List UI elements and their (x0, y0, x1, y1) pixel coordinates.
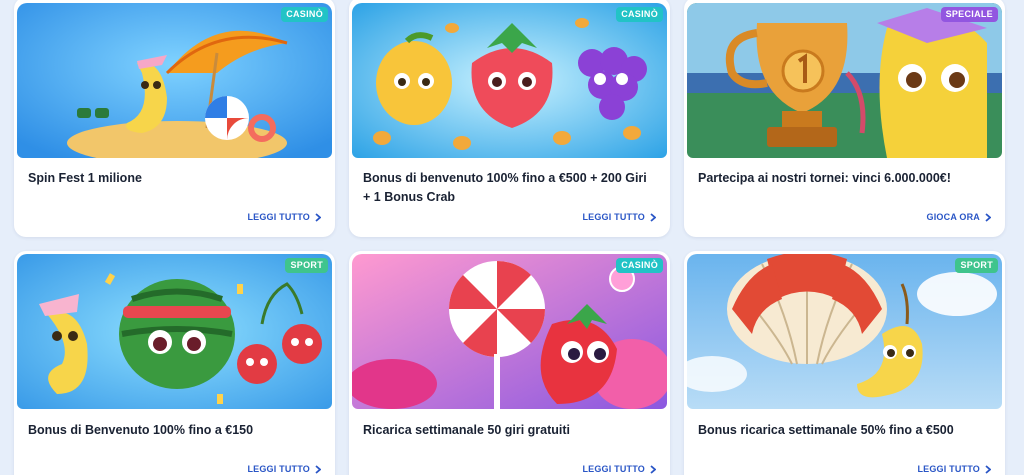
promo-title[interactable]: Bonus di benvenuto 100% fino a €500 + 20… (363, 169, 652, 207)
promo-image-banana-beach[interactable]: CASINÒ (17, 3, 332, 158)
candy-strawberry-illustration (352, 254, 667, 409)
category-badge: CASINÒ (616, 7, 663, 22)
read-more-label: LEGGI TUTTO (582, 464, 645, 474)
promo-card-welcome-bonus-sport[interactable]: SPORT Bonus di Benvenuto 100% fino a €15… (14, 251, 335, 475)
chevron-right-icon (315, 464, 321, 474)
read-more-label: LEGGI TUTTO (247, 212, 310, 222)
category-badge: CASINÒ (616, 258, 663, 273)
read-more-label: LEGGI TUTTO (582, 212, 645, 222)
read-more-link[interactable]: LEGGI TUTTO (582, 464, 656, 474)
category-badge: SPECIALE (940, 7, 998, 22)
promo-card-weekly-free-spins[interactable]: CASINÒ Ricarica settimanale 50 giri grat… (349, 251, 670, 475)
promo-title[interactable]: Bonus di Benvenuto 100% fino a €150 (28, 421, 317, 440)
promo-image-watermelon[interactable]: SPORT (17, 254, 332, 409)
play-now-link[interactable]: GIOCA ORA (927, 212, 991, 222)
play-now-label: GIOCA ORA (926, 212, 980, 222)
category-badge: SPORT (285, 258, 328, 273)
promo-card-weekly-reload[interactable]: SPORT Bonus ricarica settimanale 50% fin… (684, 251, 1005, 475)
chevron-right-icon (650, 212, 656, 222)
promo-image-balloon[interactable]: SPORT (687, 254, 1002, 409)
chevron-right-icon (315, 212, 321, 222)
banana-beach-illustration (17, 3, 332, 158)
banana-watermelon-cherries-illustration (17, 254, 332, 409)
promotions-grid: CASINÒ Spin Fest 1 milione LEGGI TUTTO C… (14, 0, 1014, 475)
promo-title[interactable]: Spin Fest 1 milione (28, 169, 317, 188)
read-more-link[interactable]: LEGGI TUTTO (247, 212, 321, 222)
promo-title[interactable]: Partecipa ai nostri tornei: vinci 6.000.… (698, 169, 987, 188)
chevron-right-icon (985, 212, 991, 222)
promo-image-candy[interactable]: CASINÒ (352, 254, 667, 409)
category-badge: SPORT (955, 258, 998, 273)
read-more-label: LEGGI TUTTO (247, 464, 310, 474)
promo-card-tournaments[interactable]: SPECIALE Partecipa ai nostri tornei: vin… (684, 0, 1005, 237)
read-more-link[interactable]: LEGGI TUTTO (247, 464, 321, 474)
banana-balloon-illustration (687, 254, 1002, 409)
promo-card-welcome-bonus-casino[interactable]: CASINÒ Bonus di benvenuto 100% fino a €5… (349, 0, 670, 237)
category-badge: CASINÒ (281, 7, 328, 22)
promo-title[interactable]: Bonus ricarica settimanale 50% fino a €5… (698, 421, 987, 440)
read-more-label: LEGGI TUTTO (917, 464, 980, 474)
promo-card-spin-fest[interactable]: CASINÒ Spin Fest 1 milione LEGGI TUTTO (14, 0, 335, 237)
trophy-banana-illustration (687, 3, 1002, 158)
chevron-right-icon (650, 464, 656, 474)
promo-image-fruits-coins[interactable]: CASINÒ (352, 3, 667, 158)
promo-title[interactable]: Ricarica settimanale 50 giri gratuiti (363, 421, 652, 440)
fruits-coins-illustration (352, 3, 667, 158)
chevron-right-icon (985, 464, 991, 474)
read-more-link[interactable]: LEGGI TUTTO (917, 464, 991, 474)
read-more-link[interactable]: LEGGI TUTTO (582, 212, 656, 222)
promo-image-trophy[interactable]: SPECIALE (687, 3, 1002, 158)
